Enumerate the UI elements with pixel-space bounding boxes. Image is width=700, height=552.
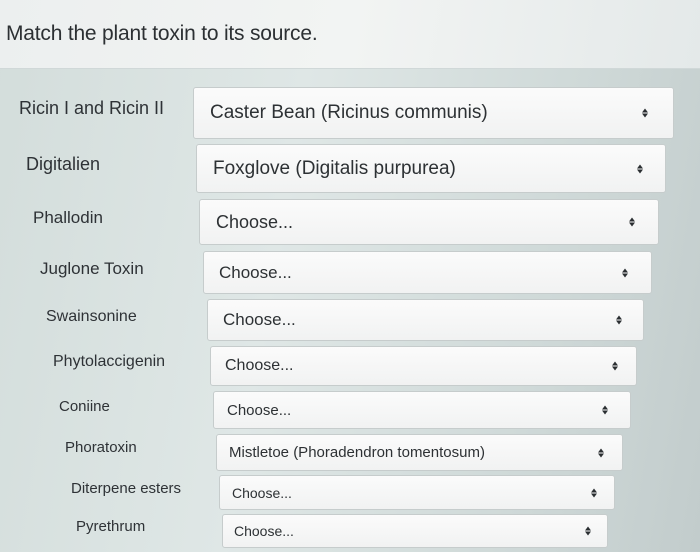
- select-value: Choose...: [223, 310, 296, 329]
- source-select[interactable]: Caster Bean (Ricinus communis): [193, 87, 674, 139]
- updown-chevron-icon: [612, 361, 618, 371]
- select-value: Choose...: [234, 523, 294, 539]
- source-select[interactable]: Foxglove (Digitalis purpurea): [196, 144, 666, 193]
- updown-chevron-icon: [598, 448, 604, 457]
- select-value: Caster Bean (Ricinus communis): [210, 102, 488, 123]
- select-value: Mistletoe (Phoradendron tomentosum): [229, 444, 485, 461]
- select-value: Choose...: [216, 211, 294, 232]
- updown-chevron-icon: [591, 488, 597, 497]
- source-select[interactable]: Choose...: [203, 251, 652, 294]
- toxin-label: Swainsonine: [46, 308, 137, 325]
- toxin-label: Phytolaccigenin: [53, 353, 166, 370]
- toxin-label: Coniine: [59, 398, 110, 415]
- select-value: Foxglove (Digitalis purpurea): [213, 157, 456, 179]
- select-value: Choose...: [219, 262, 292, 282]
- source-select[interactable]: Choose...: [210, 346, 637, 386]
- question-text: Match the plant toxin to its source.: [6, 22, 318, 45]
- source-select[interactable]: Mistletoe (Phoradendron tomentosum): [216, 434, 623, 471]
- select-value: Choose...: [232, 484, 292, 501]
- toxin-label: Digitalien: [26, 154, 101, 174]
- updown-chevron-icon: [622, 268, 628, 277]
- select-value: Choose...: [227, 401, 292, 419]
- updown-chevron-icon: [637, 164, 643, 173]
- source-select[interactable]: Choose...: [199, 199, 659, 245]
- updown-chevron-icon: [616, 315, 622, 325]
- source-select[interactable]: Choose...: [207, 299, 644, 341]
- toxin-label: Diterpene esters: [71, 480, 182, 497]
- updown-chevron-icon: [602, 405, 608, 415]
- toxin-label: Juglone Toxin: [40, 259, 144, 278]
- toxin-label: Phoratoxin: [65, 439, 137, 456]
- select-value: Choose...: [225, 357, 294, 374]
- updown-chevron-icon: [585, 526, 591, 536]
- toxin-label: Ricin I and Ricin II: [19, 98, 165, 118]
- source-select[interactable]: Choose...: [219, 475, 615, 510]
- toxin-label: Phallodin: [33, 208, 103, 227]
- source-select[interactable]: Choose...: [213, 391, 631, 429]
- updown-chevron-icon: [629, 217, 635, 227]
- source-select[interactable]: Choose...: [222, 514, 608, 548]
- toxin-label: Pyrethrum: [76, 518, 146, 535]
- updown-chevron-icon: [642, 108, 648, 118]
